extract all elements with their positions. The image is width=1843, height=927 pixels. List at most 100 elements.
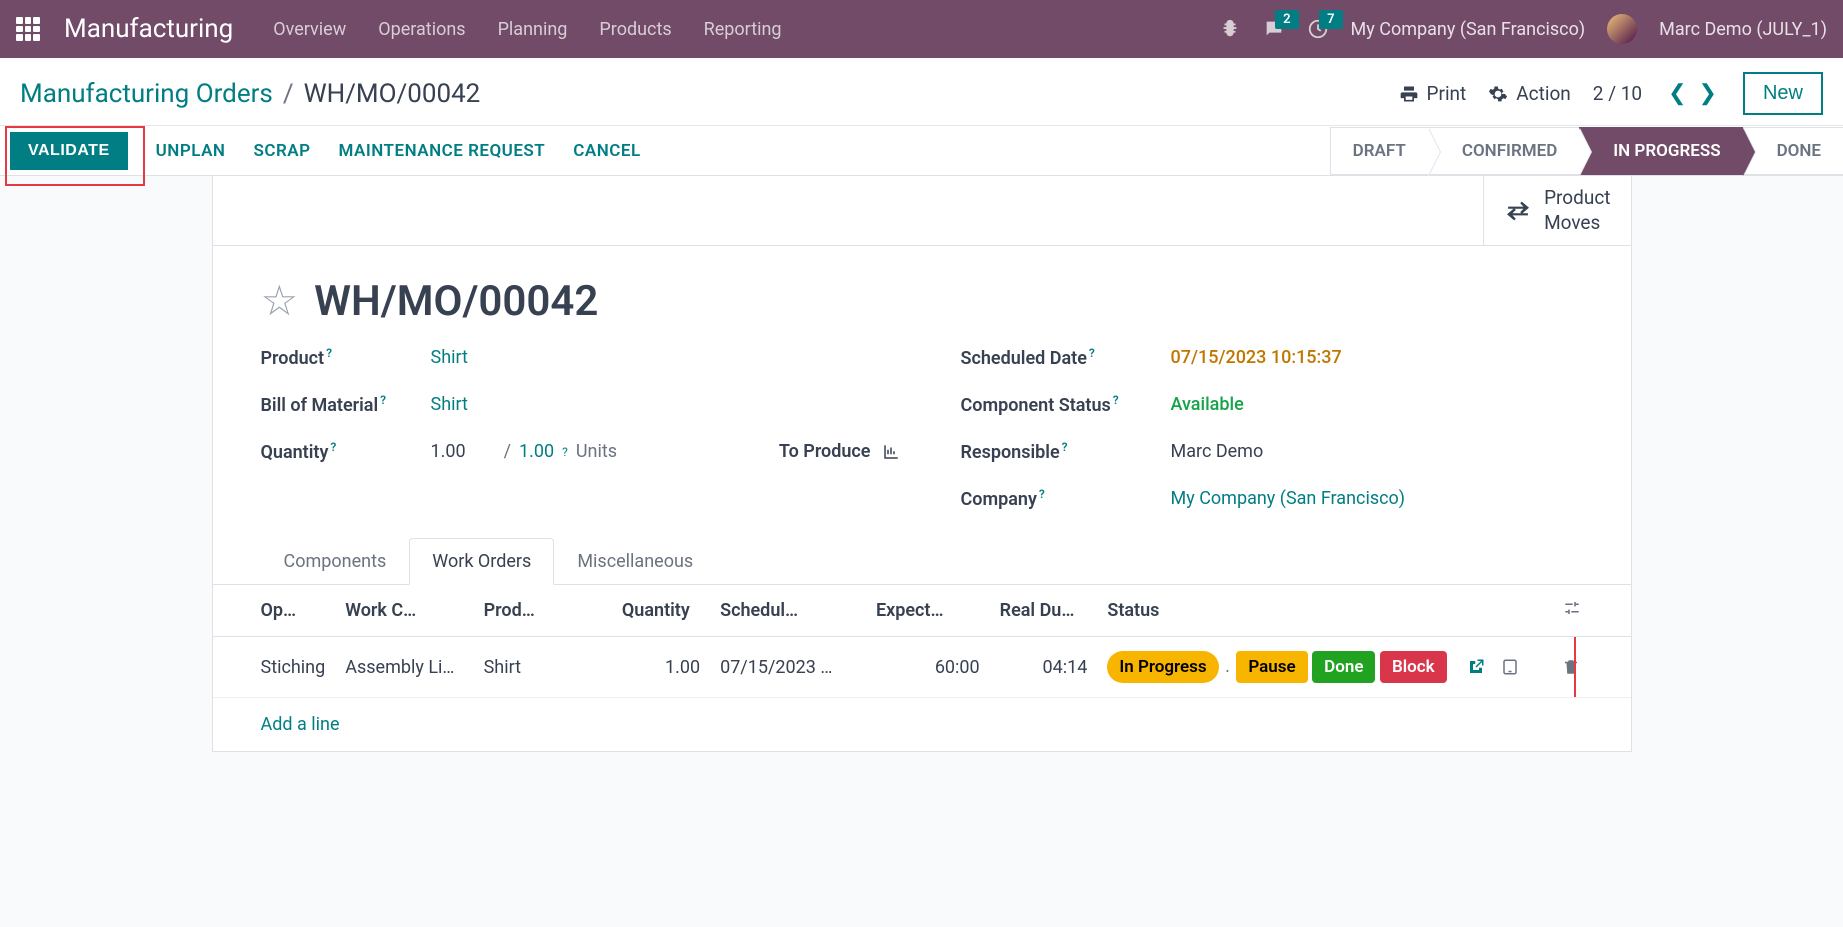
action-label: Action xyxy=(1516,82,1571,105)
messages-icon[interactable]: 2 xyxy=(1263,18,1285,40)
menu-operations[interactable]: Operations xyxy=(378,19,465,40)
tab-components[interactable]: Components xyxy=(261,538,410,585)
menu-products[interactable]: Products xyxy=(599,19,671,40)
menu-reporting[interactable]: Reporting xyxy=(704,19,782,40)
comp-status-label: Component Status? xyxy=(961,393,1171,416)
status-confirmed[interactable]: CONFIRMED xyxy=(1428,127,1579,175)
user-name[interactable]: Marc Demo (JULY_1) xyxy=(1659,19,1827,40)
action-bar: VALIDATE UNPLAN SCRAP MAINTENANCE REQUES… xyxy=(0,126,1843,176)
th-workcenter: Work C… xyxy=(335,585,473,637)
tablet-icon[interactable] xyxy=(1501,658,1519,676)
new-button[interactable]: New xyxy=(1743,72,1823,115)
action-buttons: VALIDATE UNPLAN SCRAP MAINTENANCE REQUES… xyxy=(0,132,641,170)
company-selector[interactable]: My Company (San Francisco) xyxy=(1351,19,1586,40)
status-done[interactable]: DONE xyxy=(1743,127,1843,175)
comp-status-value: Available xyxy=(1171,394,1244,415)
sched-value[interactable]: 07/15/2023 10:15:37 xyxy=(1171,347,1342,368)
th-expected: Expect… xyxy=(866,585,990,637)
external-link-icon[interactable] xyxy=(1467,658,1485,676)
app-brand: Manufacturing xyxy=(64,14,233,44)
top-menu: Overview Operations Planning Products Re… xyxy=(273,19,781,40)
resp-label: Responsible? xyxy=(961,440,1171,463)
action-button[interactable]: Action xyxy=(1488,82,1571,105)
work-orders-table: Op… Work C… Prod… Quantity Schedul… Expe… xyxy=(213,585,1631,751)
sliders-icon xyxy=(1562,599,1582,617)
form-sheet: Product Moves ☆ WH/MO/00042 Product? Shi… xyxy=(212,176,1632,752)
sheet-top: Product Moves xyxy=(213,176,1631,246)
apps-launcher-icon[interactable] xyxy=(16,17,40,41)
quantity-label: Quantity? xyxy=(261,440,431,463)
product-moves-label: Product Moves xyxy=(1544,186,1610,235)
maintenance-button[interactable]: MAINTENANCE REQUEST xyxy=(339,141,546,161)
tabs: Components Work Orders Miscellaneous xyxy=(213,538,1631,585)
resp-value[interactable]: Marc Demo xyxy=(1171,441,1264,462)
delete-row-icon[interactable] xyxy=(1562,658,1586,676)
company-value[interactable]: My Company (San Francisco) xyxy=(1171,488,1406,509)
cancel-button[interactable]: CANCEL xyxy=(573,141,640,161)
quantity-value[interactable]: 1.00 xyxy=(431,441,466,462)
print-button[interactable]: Print xyxy=(1399,82,1467,105)
qty-help-icon: ? xyxy=(562,445,568,459)
product-value[interactable]: Shirt xyxy=(431,347,468,368)
transfer-icon xyxy=(1504,200,1532,222)
activity-badge: 7 xyxy=(1319,10,1342,29)
company-label: Company? xyxy=(961,487,1171,510)
th-status: Status xyxy=(1097,585,1456,637)
th-settings[interactable] xyxy=(1552,585,1630,637)
block-button[interactable]: Block xyxy=(1380,651,1447,683)
status-in-progress[interactable]: IN PROGRESS xyxy=(1579,127,1742,175)
cell-quantity: 1.00 xyxy=(612,637,710,698)
cell-real: 04:14 xyxy=(990,637,1098,698)
order-name: WH/MO/00042 xyxy=(314,277,598,326)
unplan-button[interactable]: UNPLAN xyxy=(156,141,226,161)
messages-badge: 2 xyxy=(1275,10,1298,29)
quantity-done[interactable]: 1.00 xyxy=(519,441,554,462)
status-draft[interactable]: DRAFT xyxy=(1330,127,1428,175)
gear-icon xyxy=(1488,84,1508,104)
th-scheduled: Schedul… xyxy=(710,585,866,637)
cell-workcenter: Assembly Li… xyxy=(335,637,473,698)
bom-value[interactable]: Shirt xyxy=(431,394,468,415)
menu-overview[interactable]: Overview xyxy=(273,19,346,40)
print-icon xyxy=(1399,84,1419,104)
chart-icon[interactable] xyxy=(881,443,901,461)
breadcrumb-separator: / xyxy=(283,79,294,109)
top-nav: Manufacturing Overview Operations Planni… xyxy=(0,0,1843,58)
add-line-button[interactable]: Add a line xyxy=(213,698,1631,751)
tab-miscellaneous[interactable]: Miscellaneous xyxy=(554,538,716,585)
user-avatar[interactable] xyxy=(1607,14,1637,44)
debug-icon[interactable] xyxy=(1219,18,1241,40)
cell-status: In Progress . Pause Done Block xyxy=(1097,637,1456,698)
bom-label: Bill of Material? xyxy=(261,393,431,416)
sched-label: Scheduled Date? xyxy=(961,346,1171,369)
cell-icons xyxy=(1457,637,1553,698)
done-button[interactable]: Done xyxy=(1312,651,1375,683)
favorite-star-icon[interactable]: ☆ xyxy=(261,276,299,326)
statusbar: DRAFT CONFIRMED IN PROGRESS DONE xyxy=(1330,127,1843,175)
tab-work-orders[interactable]: Work Orders xyxy=(409,538,554,585)
validate-button[interactable]: VALIDATE xyxy=(10,132,128,170)
status-pill: In Progress xyxy=(1107,651,1218,683)
topnav-right: 2 7 My Company (San Francisco) Marc Demo… xyxy=(1219,14,1827,44)
print-label: Print xyxy=(1427,82,1467,105)
scrap-button[interactable]: SCRAP xyxy=(253,141,310,161)
pager-next-icon[interactable]: ❯ xyxy=(1695,81,1721,106)
pause-button[interactable]: Pause xyxy=(1236,651,1307,683)
table-row[interactable]: Stiching Assembly Li… Shirt 1.00 07/15/2… xyxy=(213,637,1631,698)
breadcrumb-actions: Print Action 2 / 10 ❮ ❯ New xyxy=(1399,72,1823,115)
product-label: Product? xyxy=(261,346,431,369)
activity-icon[interactable]: 7 xyxy=(1307,18,1329,40)
breadcrumb-root[interactable]: Manufacturing Orders xyxy=(20,79,273,109)
product-moves-button[interactable]: Product Moves xyxy=(1483,176,1630,245)
record-title: ☆ WH/MO/00042 xyxy=(213,246,1631,346)
menu-planning[interactable]: Planning xyxy=(498,19,568,40)
cell-expected: 60:00 xyxy=(866,637,990,698)
th-product: Prod… xyxy=(474,585,612,637)
quantity-unit: Units xyxy=(576,441,617,462)
pager-prev-icon[interactable]: ❮ xyxy=(1664,81,1690,106)
cell-scheduled: 07/15/2023 … xyxy=(710,637,866,698)
th-quantity: Quantity xyxy=(612,585,710,637)
pager-arrows: ❮ ❯ xyxy=(1664,81,1721,106)
field-grid: Product? Shirt Bill of Material? Shirt Q… xyxy=(213,346,1631,538)
cell-product: Shirt xyxy=(474,637,612,698)
